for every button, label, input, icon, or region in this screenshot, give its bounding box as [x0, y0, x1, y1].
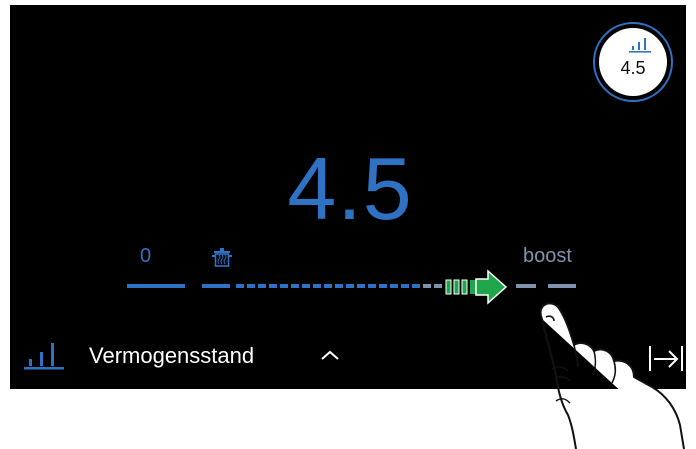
- slider-segment: [269, 284, 277, 288]
- slider-segment: [313, 284, 321, 288]
- footer-title: Vermogensstand: [89, 343, 255, 368]
- slider-segment: [423, 284, 431, 288]
- slider-segment: [236, 284, 244, 288]
- slider-segment: [516, 284, 536, 288]
- slider-segment: [412, 284, 420, 288]
- slider-segment: [434, 284, 442, 288]
- slider-segment: [379, 284, 387, 288]
- slider-segment: [368, 284, 376, 288]
- slider-segment: [247, 284, 255, 288]
- slider-segment: [302, 284, 310, 288]
- slider-segment: [390, 284, 398, 288]
- slider-segment: [346, 284, 354, 288]
- slider-segment: [324, 284, 332, 288]
- slider-segment: [280, 284, 288, 288]
- power-level-icon: [24, 343, 64, 370]
- slider-segment: [258, 284, 266, 288]
- hand-pointer-illustration: [539, 302, 685, 449]
- chevron-up-icon[interactable]: [320, 348, 340, 362]
- slider-segment: [291, 284, 299, 288]
- slider-arrow-icon[interactable]: [445, 269, 508, 305]
- slider-segment: [335, 284, 343, 288]
- slider-segment: [401, 284, 409, 288]
- slider-segment: [202, 284, 230, 288]
- slider-segment-first: [127, 284, 185, 288]
- slider-segment: [548, 284, 576, 288]
- slider-segment: [357, 284, 365, 288]
